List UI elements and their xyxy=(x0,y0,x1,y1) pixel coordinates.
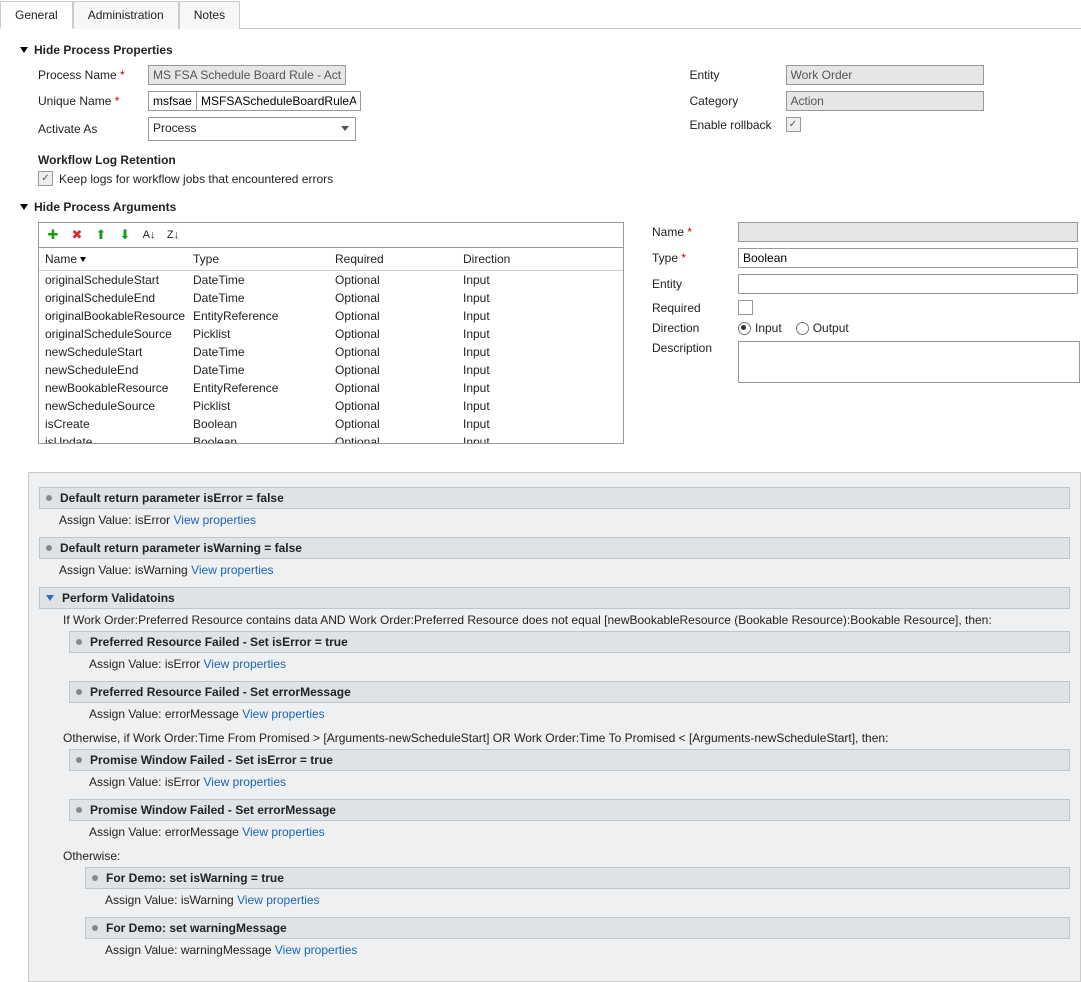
arguments-header: Name Type Required Direction xyxy=(39,248,623,271)
col-required[interactable]: Required xyxy=(335,252,463,266)
arg-description-field[interactable] xyxy=(738,341,1080,383)
enable-rollback-checkbox[interactable]: ✓ xyxy=(786,117,801,132)
label-enable-rollback: Enable rollback xyxy=(690,118,786,132)
step-header[interactable]: Promise Window Failed - Set isError = tr… xyxy=(69,749,1070,771)
arg-required-checkbox[interactable] xyxy=(738,300,753,315)
label-category: Category xyxy=(690,94,786,108)
activate-as-select[interactable]: Process xyxy=(148,117,356,141)
label-arg-entity: Entity xyxy=(652,277,738,291)
section-toggle-process-arguments[interactable]: Hide Process Arguments xyxy=(20,200,1081,214)
view-properties-link[interactable]: View properties xyxy=(242,707,325,721)
bullet-icon xyxy=(76,807,82,813)
label-arg-direction: Direction xyxy=(652,321,738,335)
direction-input-radio[interactable] xyxy=(738,322,751,335)
step-header[interactable]: Preferred Resource Failed - Set isError … xyxy=(69,631,1070,653)
view-properties-link[interactable]: View properties xyxy=(191,563,274,577)
argument-row[interactable]: newScheduleStartDateTimeOptionalInput xyxy=(39,343,623,361)
collapse-icon xyxy=(20,204,28,210)
step-header[interactable]: For Demo: set isWarning = true xyxy=(85,867,1070,889)
step-header[interactable]: For Demo: set warningMessage xyxy=(85,917,1070,939)
label-arg-description: Description xyxy=(652,341,738,355)
argument-row[interactable]: newScheduleEndDateTimeOptionalInput xyxy=(39,361,623,379)
step-header[interactable]: Default return parameter isWarning = fal… xyxy=(39,537,1070,559)
argument-row[interactable]: originalBookableResourceEntityReferenceO… xyxy=(39,307,623,325)
section-title: Hide Process Properties xyxy=(34,43,173,57)
condition-text: If Work Order:Preferred Resource contain… xyxy=(63,613,1070,627)
tab-general[interactable]: General xyxy=(0,1,73,29)
category-field[interactable] xyxy=(786,91,984,111)
process-name-field[interactable] xyxy=(148,65,346,85)
section-toggle-process-properties[interactable]: Hide Process Properties xyxy=(20,43,1081,57)
view-properties-link[interactable]: View properties xyxy=(204,775,287,789)
label-arg-name: Name * xyxy=(652,225,738,239)
view-properties-link[interactable]: View properties xyxy=(174,513,257,527)
argument-row[interactable]: isUpdateBooleanOptionalInput xyxy=(39,433,623,443)
subheading-workflow-log: Workflow Log Retention xyxy=(38,153,560,167)
bullet-icon xyxy=(92,925,98,931)
bullet-icon xyxy=(46,495,52,501)
view-properties-link[interactable]: View properties xyxy=(204,657,287,671)
sort-desc-icon[interactable]: Z↓ xyxy=(165,227,181,243)
entity-field[interactable] xyxy=(786,65,984,85)
unique-name-field[interactable] xyxy=(196,91,361,111)
bullet-icon xyxy=(92,875,98,881)
col-name[interactable]: Name xyxy=(45,252,193,266)
argument-row[interactable]: isCreateBooleanOptionalInput xyxy=(39,415,623,433)
condition-text: Otherwise: xyxy=(63,849,1070,863)
argument-row[interactable]: originalScheduleStartDateTimeOptionalInp… xyxy=(39,271,623,289)
unique-name-prefix[interactable] xyxy=(148,91,196,111)
bullet-icon xyxy=(76,639,82,645)
move-down-icon[interactable]: ⬇ xyxy=(117,227,133,243)
label-unique-name: Unique Name * xyxy=(38,94,148,108)
collapse-icon xyxy=(20,47,28,53)
section-title: Hide Process Arguments xyxy=(34,200,176,214)
tab-administration[interactable]: Administration xyxy=(73,1,179,29)
step-header[interactable]: Preferred Resource Failed - Set errorMes… xyxy=(69,681,1070,703)
label-process-name: Process Name * xyxy=(38,68,148,82)
keep-logs-label: Keep logs for workflow jobs that encount… xyxy=(59,172,333,186)
condition-text: Otherwise, if Work Order:Time From Promi… xyxy=(63,731,1070,745)
arguments-grid: ✚ ✖ ⬆ ⬇ A↓ Z↓ Name Type Required Directi… xyxy=(38,222,624,444)
label-entity: Entity xyxy=(690,68,786,82)
workflow-steps-panel: Default return parameter isError = false… xyxy=(28,472,1081,982)
view-properties-link[interactable]: View properties xyxy=(275,943,358,957)
step-header[interactable]: Perform Validatoins xyxy=(39,587,1070,609)
keep-logs-checkbox[interactable]: ✓ xyxy=(38,171,53,186)
tab-bar: General Administration Notes xyxy=(0,0,1081,29)
move-up-icon[interactable]: ⬆ xyxy=(93,227,109,243)
bullet-icon xyxy=(76,757,82,763)
argument-row[interactable]: newScheduleSourcePicklistOptionalInput xyxy=(39,397,623,415)
argument-row[interactable]: originalScheduleSourcePicklistOptionalIn… xyxy=(39,325,623,343)
argument-row[interactable]: newBookableResourceEntityReferenceOption… xyxy=(39,379,623,397)
direction-output-radio[interactable] xyxy=(796,322,809,335)
view-properties-link[interactable]: View properties xyxy=(242,825,325,839)
sort-asc-icon[interactable]: A↓ xyxy=(141,227,157,243)
arg-name-field[interactable] xyxy=(738,222,1078,242)
arg-entity-field[interactable] xyxy=(738,274,1078,294)
label-arg-type: Type * xyxy=(652,251,738,265)
col-direction[interactable]: Direction xyxy=(463,252,617,266)
step-header[interactable]: Default return parameter isError = false xyxy=(39,487,1070,509)
col-type[interactable]: Type xyxy=(193,252,335,266)
bullet-icon xyxy=(76,689,82,695)
bullet-icon xyxy=(46,545,52,551)
argument-row[interactable]: originalScheduleEndDateTimeOptionalInput xyxy=(39,289,623,307)
expand-icon xyxy=(46,595,54,601)
arg-type-field[interactable] xyxy=(738,248,1078,268)
add-icon[interactable]: ✚ xyxy=(45,227,61,243)
tab-notes[interactable]: Notes xyxy=(179,1,240,29)
view-properties-link[interactable]: View properties xyxy=(237,893,320,907)
delete-icon[interactable]: ✖ xyxy=(69,227,85,243)
step-header[interactable]: Promise Window Failed - Set errorMessage xyxy=(69,799,1070,821)
label-activate-as: Activate As xyxy=(38,122,148,136)
label-arg-required: Required xyxy=(652,301,738,315)
